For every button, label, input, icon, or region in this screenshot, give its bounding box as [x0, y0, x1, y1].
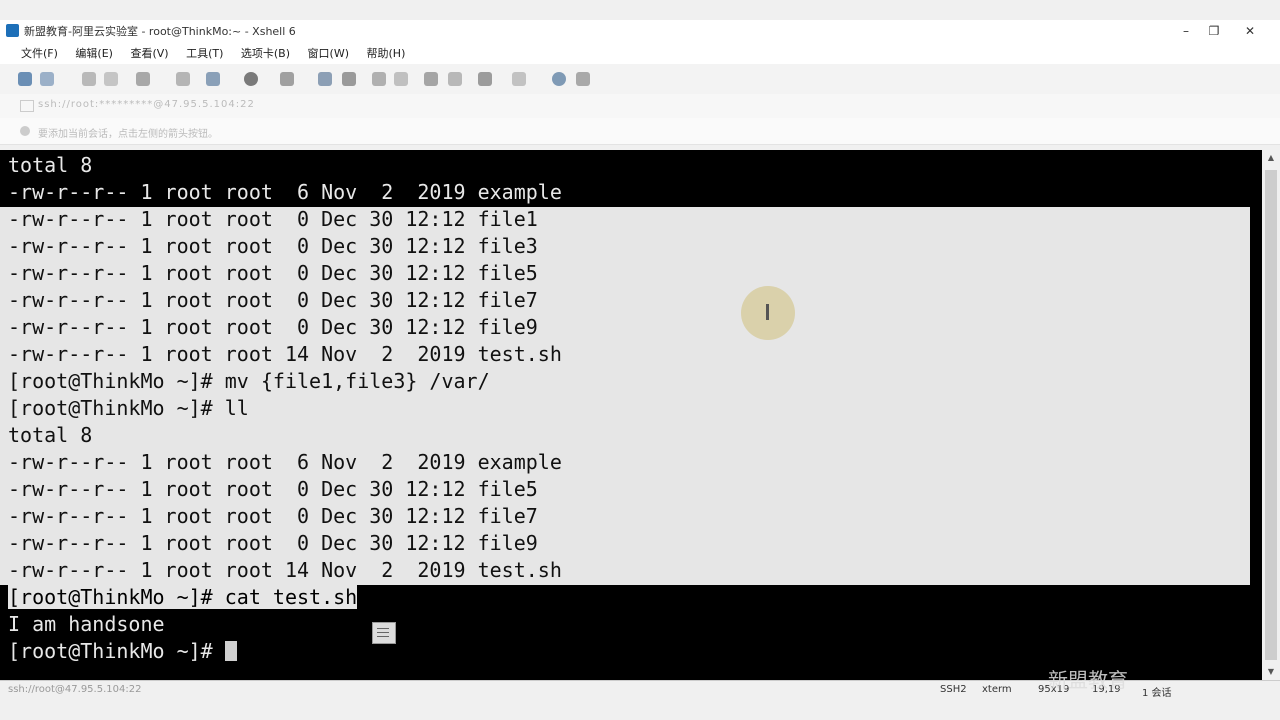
connect-icon[interactable] [82, 72, 96, 86]
keyboard-icon[interactable] [424, 72, 438, 86]
scroll-down-icon[interactable]: ▼ [1262, 664, 1280, 680]
chat-icon[interactable] [576, 72, 590, 86]
terminal-line: [root@ThinkMo ~]# mv {file1,file3} /var/ [8, 369, 490, 393]
fullscreen-icon[interactable] [372, 72, 386, 86]
xshell-app-icon [6, 24, 19, 37]
session-hint-bar: 要添加当前会话，点击左侧的箭头按钮。 [0, 118, 1280, 145]
address-icon [20, 100, 34, 112]
transfer-icon[interactable] [342, 72, 356, 86]
terminal-line: -rw-r--r-- 1 root root 0 Dec 30 12:12 fi… [8, 234, 538, 258]
layout-icon[interactable] [512, 72, 526, 86]
menu-file[interactable]: 文件(F) [14, 42, 65, 64]
status-protocol: SSH2 [940, 684, 967, 695]
open-icon[interactable] [40, 72, 54, 86]
terminal-line: -rw-r--r-- 1 root root 6 Nov 2 2019 exam… [8, 450, 562, 474]
session-hint: 要添加当前会话，点击左侧的箭头按钮。 [38, 129, 218, 140]
terminal-line: -rw-r--r-- 1 root root 0 Dec 30 12:12 fi… [8, 504, 538, 528]
terminal-line: I am handsone [8, 612, 165, 636]
lock-icon[interactable] [394, 72, 408, 86]
terminal-prompt: [root@ThinkMo ~]# [8, 639, 225, 663]
window-title: 新盟教育-阿里云实验室 - root@ThinkMo:~ - Xshell 6 [24, 25, 296, 38]
terminal-line: total 8 [8, 153, 93, 177]
terminal-line: -rw-r--r-- 1 root root 0 Dec 30 12:12 fi… [8, 477, 538, 501]
properties-icon[interactable] [136, 72, 150, 86]
new-session-icon[interactable] [18, 72, 32, 86]
menu-tabs[interactable]: 选项卡(B) [234, 42, 297, 64]
terminal-line: -rw-r--r-- 1 root root 0 Dec 30 12:12 fi… [8, 531, 538, 555]
menu-edit[interactable]: 编辑(E) [68, 42, 120, 64]
watermark-logo: 新盟教育 [1048, 668, 1128, 692]
mouse-highlight [741, 286, 795, 340]
script-icon[interactable] [448, 72, 462, 86]
menu-window[interactable]: 窗口(W) [301, 42, 356, 64]
terminal[interactable]: total 8 -rw-r--r-- 1 root root 6 Nov 2 2… [0, 150, 1262, 680]
address-bar[interactable]: ssh://root:*********@47.95.5.104:22 [0, 94, 1280, 119]
xftp-icon[interactable] [318, 72, 332, 86]
tunnel-icon[interactable] [478, 72, 492, 86]
font-icon[interactable] [280, 72, 294, 86]
color-scheme-icon[interactable] [244, 72, 258, 86]
find-icon[interactable] [176, 72, 190, 86]
terminal-line: total 8 [8, 423, 93, 447]
terminal-line: -rw-r--r-- 1 root root 0 Dec 30 12:12 fi… [8, 207, 538, 231]
scroll-thumb[interactable] [1265, 170, 1277, 660]
menu-tools[interactable]: 工具(T) [179, 42, 230, 64]
xshell-window: 新盟教育-阿里云实验室 - root@ThinkMo:~ - Xshell 6 … [0, 0, 1280, 720]
minimize-button[interactable]: – [1172, 22, 1200, 40]
session-address[interactable]: ssh://root:*********@47.95.5.104:22 [38, 99, 255, 110]
scroll-up-icon[interactable]: ▲ [1262, 150, 1280, 166]
note-icon [372, 622, 396, 644]
terminal-prompt-line[interactable]: [root@ThinkMo ~]# [8, 638, 237, 665]
status-connection: ssh://root@47.95.5.104:22 [8, 684, 142, 695]
info-icon [20, 126, 30, 136]
close-button[interactable]: ✕ [1236, 22, 1264, 40]
title-bar: 新盟教育-阿里云实验室 - root@ThinkMo:~ - Xshell 6 … [0, 20, 1280, 42]
terminal-line: [root@ThinkMo ~]# ll [8, 396, 249, 420]
terminal-line: -rw-r--r-- 1 root root 0 Dec 30 12:12 fi… [8, 288, 538, 312]
terminal-line: -rw-r--r-- 1 root root 14 Nov 2 2019 tes… [8, 342, 562, 366]
terminal-command: [root@ThinkMo ~]# cat test.sh [8, 585, 358, 609]
vertical-scrollbar[interactable]: ▲ ▼ [1262, 150, 1280, 680]
terminal-line: -rw-r--r-- 1 root root 0 Dec 30 12:12 fi… [8, 261, 538, 285]
menu-help[interactable]: 帮助(H) [360, 42, 413, 64]
terminal-line: -rw-r--r-- 1 root root 14 Nov 2 2019 tes… [8, 558, 562, 582]
terminal-line: -rw-r--r-- 1 root root 6 Nov 2 2019 exam… [8, 180, 562, 204]
menu-bar: 文件(F) 编辑(E) 查看(V) 工具(T) 选项卡(B) 窗口(W) 帮助(… [0, 42, 1280, 64]
help-icon[interactable] [552, 72, 566, 86]
status-terminal-type: xterm [982, 684, 1012, 695]
status-session-count: 1 会话 [1142, 688, 1172, 699]
terminal-line-selected: [root@ThinkMo ~]# cat test.sh [8, 584, 358, 611]
copy-icon[interactable] [206, 72, 220, 86]
disconnect-icon[interactable] [104, 72, 118, 86]
maximize-button[interactable]: ❐ [1200, 22, 1228, 40]
text-cursor [224, 641, 237, 661]
terminal-line: -rw-r--r-- 1 root root 0 Dec 30 12:12 fi… [8, 315, 538, 339]
toolbar [0, 64, 1280, 95]
menu-view[interactable]: 查看(V) [123, 42, 175, 64]
ibeam-cursor-icon [766, 304, 769, 320]
